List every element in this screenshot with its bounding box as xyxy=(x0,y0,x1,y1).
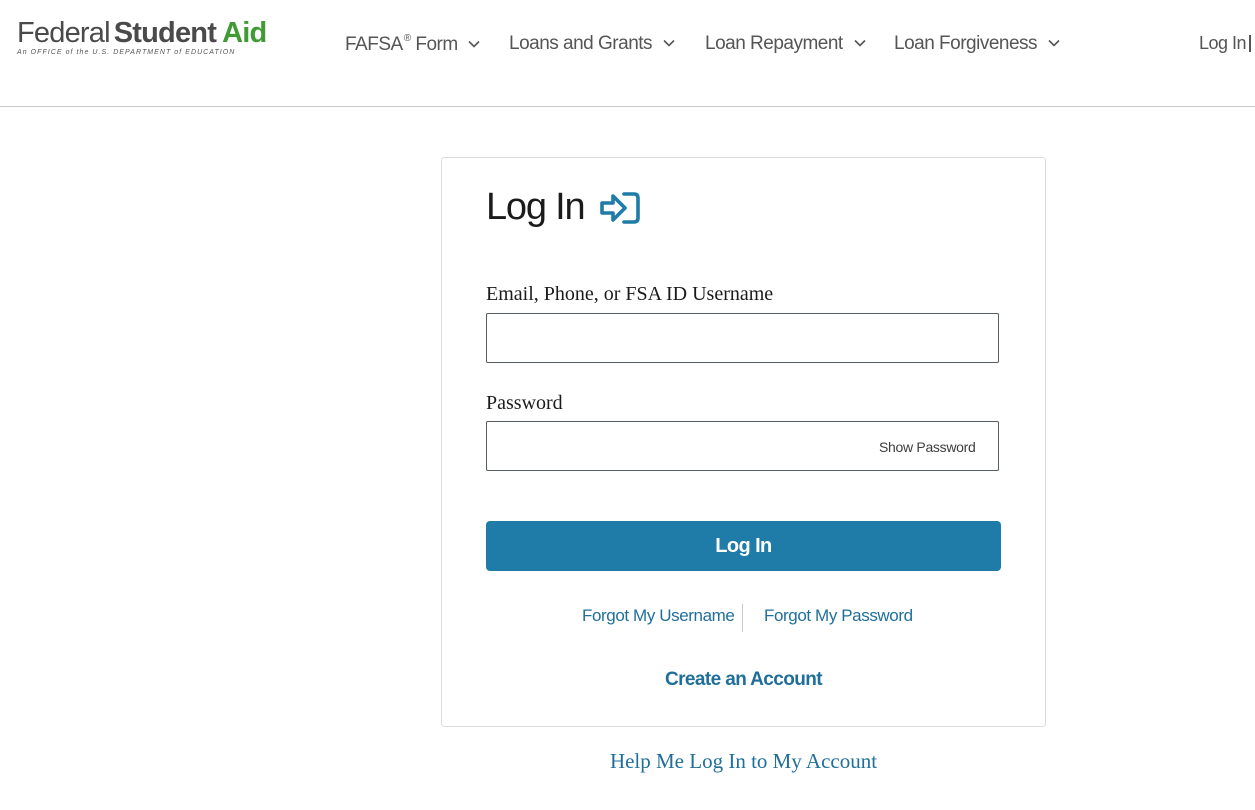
fsa-logo[interactable]: Federal Student Aid An OFFICE of the U.S. … xyxy=(17,17,267,56)
logo-tagline: An OFFICE of the U.S. DEPARTMENT of EDUC… xyxy=(17,49,236,56)
logo-word-student: Student xyxy=(113,17,217,49)
create-account-link[interactable]: Create an Account xyxy=(442,669,1045,691)
help-login-link[interactable]: Help Me Log In to My Account xyxy=(441,749,1046,774)
chevron-down-icon xyxy=(468,40,481,48)
logo-word-aid: Aid xyxy=(222,17,267,49)
page-title: Log In xyxy=(486,186,586,228)
logo-word-federal: Federal xyxy=(17,17,111,49)
nav-item-label: Loan Forgiveness xyxy=(894,33,1038,54)
show-password-toggle[interactable]: Show Password xyxy=(879,439,976,455)
forgot-username-link[interactable]: Forgot My Username xyxy=(582,606,735,626)
nav-item-label-suffix: Form xyxy=(410,34,458,55)
header-divider xyxy=(1249,35,1251,52)
nav-item-loans-and-grants[interactable]: Loans and Grants xyxy=(509,33,676,55)
nav-item-loan-repayment[interactable]: Loan Repayment xyxy=(705,33,867,55)
nav-item-label: FAFSA xyxy=(345,34,403,55)
username-label: Email, Phone, or FSA ID Username xyxy=(486,283,774,305)
chevron-down-icon xyxy=(853,39,866,47)
site-header: Federal Student Aid An OFFICE of the U.S. … xyxy=(0,0,1255,107)
registered-mark: ® xyxy=(403,33,411,44)
logo-wordmark: Federal Student Aid xyxy=(17,17,267,49)
chevron-down-icon xyxy=(663,39,675,47)
sign-in-arrow-icon xyxy=(600,192,640,224)
login-submit-button[interactable]: Log In xyxy=(486,521,1001,571)
nav-item-loan-forgiveness[interactable]: Loan Forgiveness xyxy=(894,33,1061,55)
nav-item-label: Loans and Grants xyxy=(509,33,653,54)
link-divider xyxy=(742,604,743,632)
username-input[interactable] xyxy=(486,313,999,363)
login-card: Log In Email, Phone, or FSA ID Username … xyxy=(441,157,1046,727)
password-label: Password xyxy=(486,392,563,414)
forgot-password-link[interactable]: Forgot My Password xyxy=(764,606,913,626)
chevron-down-icon xyxy=(1048,39,1060,47)
nav-item-fafsa-form[interactable]: FAFSA® Form xyxy=(345,33,481,56)
header-login-link[interactable]: Log In xyxy=(1199,33,1247,54)
nav-item-label: Loan Repayment xyxy=(705,33,843,54)
